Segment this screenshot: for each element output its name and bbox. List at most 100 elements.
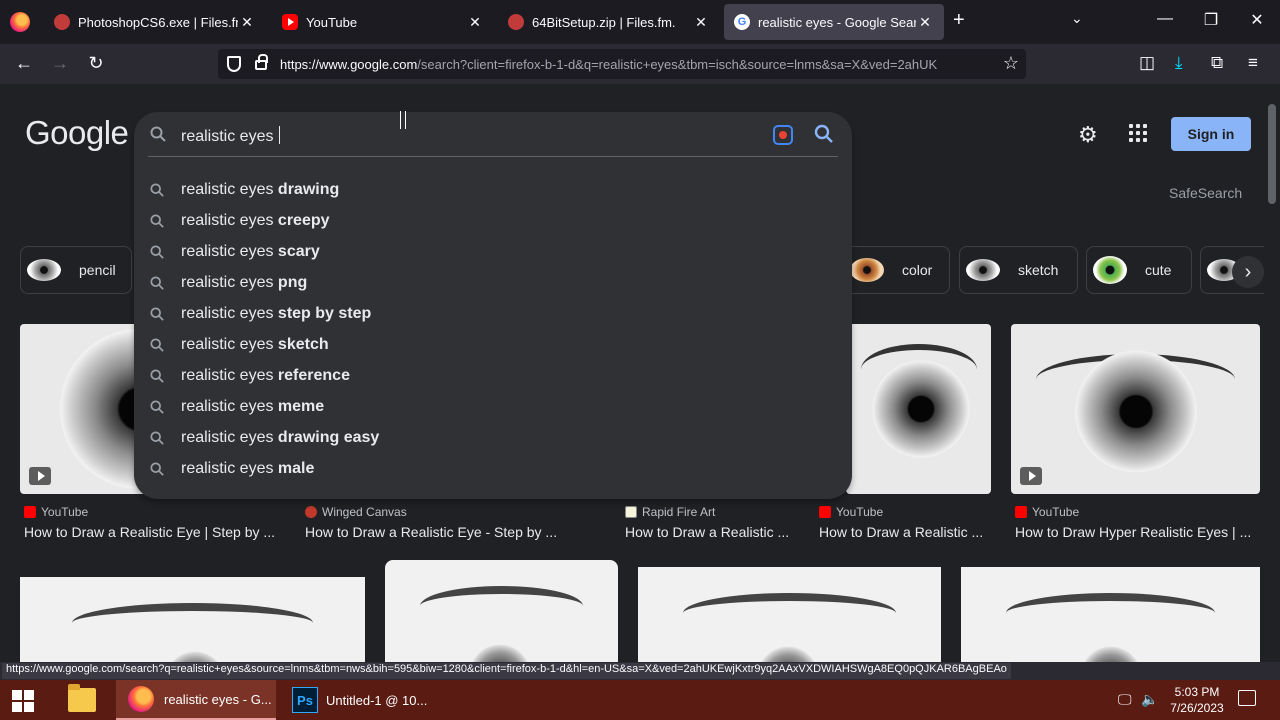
search-suggestion[interactable]: realistic eyes step by step (134, 298, 852, 329)
result-image[interactable] (1011, 324, 1260, 494)
photoshop-icon: Ps (292, 687, 318, 713)
system-clock[interactable]: 5:03 PM 7/26/2023 (1162, 684, 1232, 716)
result-image[interactable] (846, 324, 991, 494)
search-input[interactable]: realistic eyes (181, 126, 280, 146)
bookmark-star-icon[interactable]: ☆ (1003, 53, 1019, 74)
volume-muted-icon[interactable]: 🔈 (1141, 691, 1158, 708)
result-title[interactable]: How to Draw a Realistic ... (625, 524, 805, 540)
result-image[interactable] (638, 567, 941, 662)
suggestion-completion: step by step (277, 304, 372, 322)
google-logo[interactable]: Google (25, 114, 129, 152)
lock-icon[interactable] (255, 54, 268, 70)
reload-button[interactable]: ↻ (84, 53, 108, 74)
sign-in-button[interactable]: Sign in (1171, 117, 1251, 151)
settings-gear-icon[interactable]: ⚙ (1078, 122, 1098, 148)
result-image[interactable] (385, 560, 618, 662)
tab-close-button[interactable]: ✕ (692, 14, 710, 31)
eye-drawing-image (753, 642, 823, 662)
youtube-icon (24, 506, 36, 518)
tab-close-button[interactable]: ✕ (916, 14, 934, 31)
chip-pencil[interactable]: pencil (20, 246, 132, 294)
result-image[interactable] (20, 577, 365, 662)
taskbar-item-label: realistic eyes - G... (164, 691, 272, 707)
pocket-icon[interactable]: ◫ (1139, 53, 1155, 73)
tab-photoshop[interactable]: PhotoshopCS6.exe | Files.fm. ✕ (44, 4, 266, 40)
search-submit-icon[interactable] (814, 124, 834, 144)
search-suggestion[interactable]: realistic eyes meme (134, 391, 852, 422)
chips-next-button[interactable]: › (1232, 256, 1264, 288)
result-title[interactable]: How to Draw a Realistic ... (819, 524, 999, 540)
eyebrow-drawing (683, 593, 896, 633)
menu-icon[interactable]: ≡ (1248, 53, 1258, 73)
list-all-tabs-button[interactable]: ⌄ (1071, 10, 1083, 27)
vertical-scrollbar[interactable] (1264, 84, 1280, 662)
result-title[interactable]: How to Draw a Realistic Eye - Step by ..… (305, 524, 565, 540)
scrollbar-thumb[interactable] (1268, 104, 1276, 204)
search-suggestion[interactable]: realistic eyes sketch (134, 329, 852, 360)
result-source[interactable]: YouTube (24, 505, 88, 519)
url-text[interactable]: https://www.google.com/search?client=fir… (280, 57, 992, 72)
result-source[interactable]: YouTube (819, 505, 883, 519)
search-icon (150, 430, 164, 445)
chip-cute[interactable]: cute (1086, 246, 1192, 294)
notification-center-icon[interactable] (1238, 690, 1256, 706)
screen: PhotoshopCS6.exe | Files.fm. ✕ YouTube ✕… (0, 0, 1280, 720)
eye-thumbnail-icon (850, 258, 884, 282)
result-source[interactable]: Rapid Fire Art (625, 505, 715, 519)
tracking-protection-icon[interactable] (227, 56, 241, 72)
winged-canvas-icon (305, 506, 317, 518)
windows-start-icon[interactable] (12, 690, 34, 712)
result-source[interactable]: Winged Canvas (305, 505, 407, 519)
address-bar[interactable]: https://www.google.com/search?client=fir… (218, 49, 1026, 79)
source-label: Winged Canvas (322, 505, 407, 519)
forward-button[interactable]: → (48, 53, 72, 74)
search-suggestion[interactable]: realistic eyes drawing (134, 174, 852, 205)
chip-sketch[interactable]: sketch (959, 246, 1078, 294)
tab-label: 64BitSetup.zip | Files.fm. (532, 14, 676, 30)
search-suggestion[interactable]: realistic eyes scary (134, 236, 852, 267)
network-icon[interactable]: 🖵 (1118, 691, 1132, 708)
chip-label: sketch (1018, 262, 1059, 278)
search-suggestion[interactable]: realistic eyes drawing easy (134, 422, 852, 453)
result-title[interactable]: How to Draw a Realistic Eye | Step by ..… (24, 524, 286, 540)
new-tab-button[interactable]: + (953, 9, 965, 32)
downloads-icon[interactable]: ⤓ (1175, 53, 1183, 73)
search-suggestions-dropdown: realistic eyes realistic eyes drawing rea… (134, 112, 852, 499)
firefox-icon[interactable] (10, 12, 30, 32)
search-suggestion[interactable]: realistic eyes creepy (134, 205, 852, 236)
tab-close-button[interactable]: ✕ (238, 14, 256, 31)
search-suggestion[interactable]: realistic eyes reference (134, 360, 852, 391)
result-source[interactable]: YouTube (1015, 505, 1079, 519)
search-suggestion[interactable]: realistic eyes png (134, 267, 852, 298)
rapid-fire-art-icon (625, 506, 637, 518)
search-icon (150, 461, 164, 476)
taskbar-photoshop[interactable]: Ps Untitled-1 @ 10... (280, 680, 440, 720)
restore-button[interactable]: ❐ (1196, 10, 1226, 30)
file-explorer-icon[interactable] (68, 684, 96, 712)
result-title[interactable]: How to Draw Hyper Realistic Eyes | ... (1015, 524, 1255, 540)
search-icon (150, 368, 164, 383)
search-divider (148, 156, 838, 157)
suggestion-prefix: realistic eyes (181, 366, 278, 384)
source-label: Rapid Fire Art (642, 505, 716, 519)
tab-bar: PhotoshopCS6.exe | Files.fm. ✕ YouTube ✕… (0, 0, 1280, 44)
search-suggestion[interactable]: realistic eyes male (134, 453, 852, 484)
minimize-button[interactable]: — (1150, 10, 1180, 28)
apps-grid-icon[interactable] (1129, 124, 1147, 142)
chip-color[interactable]: color (843, 246, 950, 294)
extensions-icon[interactable]: ⧉ (1211, 53, 1223, 73)
result-image[interactable] (961, 567, 1260, 662)
close-window-button[interactable]: ✕ (1242, 10, 1272, 30)
back-button[interactable]: ← (12, 53, 36, 74)
tab-google-search[interactable]: G realistic eyes - Google Search ✕ (724, 4, 944, 40)
tab-64bitsetup[interactable]: 64BitSetup.zip | Files.fm. ✕ (498, 4, 720, 40)
suggestion-prefix: realistic eyes (181, 459, 278, 477)
tab-close-button[interactable]: ✕ (466, 14, 484, 31)
windows-taskbar: realistic eyes - G... Ps Untitled-1 @ 10… (0, 680, 1280, 720)
suggestion-completion: drawing (277, 180, 340, 198)
safesearch-button[interactable]: SafeSearch (1169, 185, 1242, 201)
eye-drawing-image (1066, 344, 1206, 479)
google-lens-icon[interactable] (773, 125, 793, 145)
taskbar-firefox[interactable]: realistic eyes - G... (116, 680, 276, 720)
tab-youtube[interactable]: YouTube ✕ (272, 4, 494, 40)
